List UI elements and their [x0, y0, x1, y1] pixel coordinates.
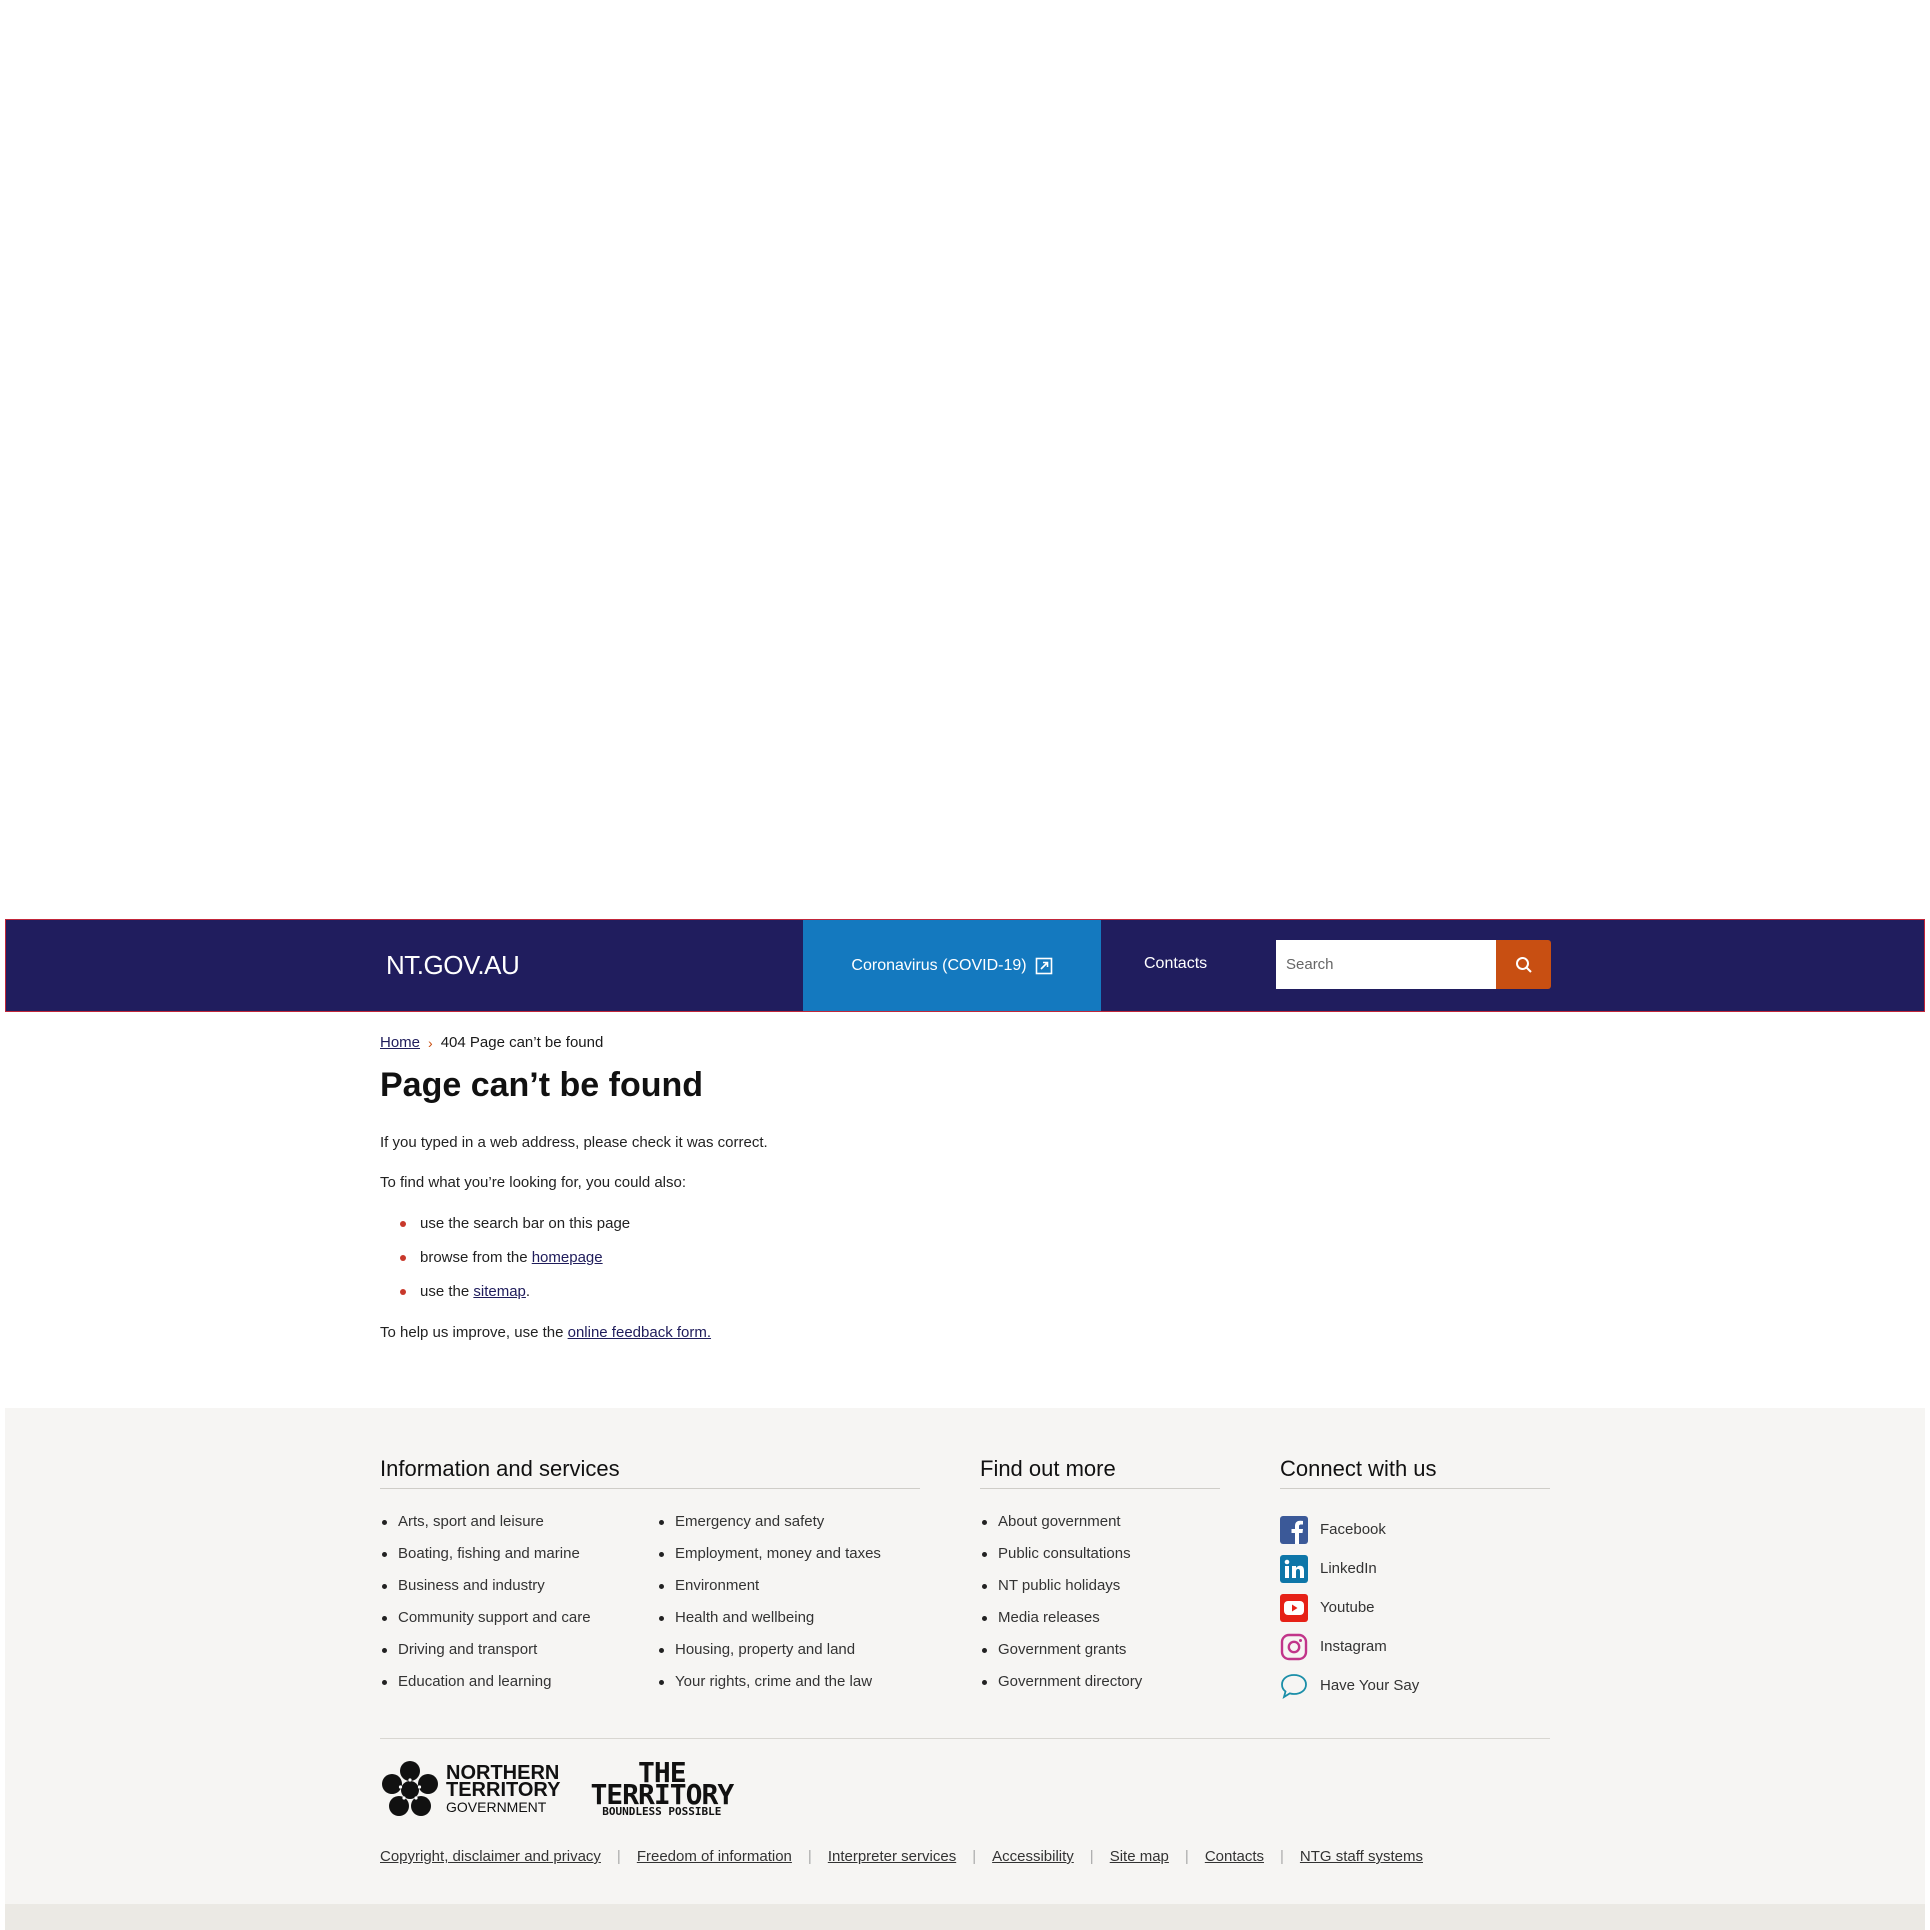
feedback-text: To help us improve, use the online feedb…: [380, 1324, 711, 1341]
social-label: Instagram: [1320, 1638, 1387, 1655]
info-services-heading: Information and services: [380, 1456, 920, 1489]
suggestion-browse-text: browse from the: [420, 1249, 532, 1266]
breadcrumb-current: 404 Page can’t be found: [440, 1034, 604, 1051]
feedback-form-link[interactable]: online feedback form.: [568, 1324, 711, 1341]
linkedin-icon: [1280, 1554, 1308, 1583]
header-contacts-link[interactable]: Contacts: [1144, 955, 1207, 973]
social-youtube[interactable]: Youtube: [1280, 1588, 1419, 1627]
social-linkedin[interactable]: LinkedIn: [1280, 1549, 1419, 1588]
search-button[interactable]: [1496, 940, 1551, 989]
social-have-your-say[interactable]: Have Your Say: [1280, 1666, 1419, 1705]
link-separator: |: [1184, 1848, 1189, 1865]
desert-rose-icon: [382, 1761, 438, 1816]
footer-link[interactable]: Emergency and safety: [657, 1512, 881, 1544]
staff-systems-link[interactable]: NTG staff systems: [1300, 1848, 1423, 1865]
footer-link[interactable]: Housing, property and land: [657, 1640, 881, 1672]
social-label: LinkedIn: [1320, 1560, 1377, 1577]
breadcrumb: Home › 404 Page can’t be found: [380, 1034, 603, 1051]
link-separator: |: [616, 1848, 621, 1865]
instagram-icon: [1280, 1633, 1308, 1660]
feedback-prefix: To help us improve, use the: [380, 1324, 568, 1341]
suggestion-sitemap-suffix: .: [525, 1283, 531, 1300]
site-header: NT.GOV.AU Coronavirus (COVID-19) Contact…: [5, 919, 1925, 1012]
link-separator: |: [972, 1848, 977, 1865]
accessibility-link[interactable]: Accessibility: [992, 1848, 1074, 1865]
footer-link[interactable]: Employment, money and taxes: [657, 1544, 881, 1576]
youtube-icon: [1280, 1593, 1308, 1622]
homepage-link[interactable]: homepage: [532, 1249, 603, 1266]
ntg-logo[interactable]: NORTHERN TERRITORY GOVERNMENT: [380, 1760, 560, 1820]
sitemap-link[interactable]: sitemap: [473, 1283, 526, 1300]
footer-divider: [380, 1738, 1550, 1739]
ntg-logo-line: TERRITORY: [446, 1778, 561, 1801]
suggestion-sitemap-text: use the: [420, 1283, 474, 1300]
footer-link[interactable]: Arts, sport and leisure: [380, 1512, 591, 1544]
search-icon: [1515, 956, 1532, 973]
footer-link[interactable]: Health and wellbeing: [657, 1608, 881, 1640]
connect-heading: Connect with us: [1280, 1456, 1550, 1489]
site-footer: Information and services Arts, sport and…: [5, 1408, 1925, 1930]
ntg-logo-line: GOVERNMENT: [446, 1798, 547, 1815]
site-logo[interactable]: NT.GOV.AU: [386, 950, 520, 981]
territory-logo-tagline: BOUNDLESS POSSIBLE: [602, 1805, 722, 1818]
interpreter-link[interactable]: Interpreter services: [828, 1848, 956, 1865]
footer-link[interactable]: Environment: [657, 1576, 881, 1608]
ntg-logo-text: NORTHERN TERRITORY GOVERNMENT: [446, 1763, 561, 1816]
suggestion-list: use the search bar on this page browse f…: [380, 1214, 630, 1316]
social-label: Facebook: [1320, 1521, 1386, 1538]
social-facebook[interactable]: Facebook: [1280, 1510, 1419, 1549]
footer-link[interactable]: NT public holidays: [980, 1576, 1142, 1608]
speech-bubble-icon: [1281, 1673, 1307, 1699]
social-label: Have Your Say: [1320, 1677, 1420, 1694]
search-input[interactable]: [1276, 940, 1496, 989]
territory-logo-line: TERRITORY: [590, 1778, 734, 1811]
link-separator: |: [1089, 1848, 1094, 1865]
footer-link[interactable]: About government: [980, 1512, 1142, 1544]
list-item: use the sitemap.: [380, 1282, 630, 1316]
chevron-right-icon: ›: [428, 1034, 433, 1051]
info-services-list-1: Arts, sport and leisure Boating, fishing…: [380, 1512, 591, 1704]
covid-link-label: Coronavirus (COVID-19): [851, 956, 1027, 974]
find-out-more-heading: Find out more: [980, 1456, 1220, 1489]
footer-link[interactable]: Boating, fishing and marine: [380, 1544, 591, 1576]
footer-link[interactable]: Government grants: [980, 1640, 1142, 1672]
footer-bottom-strip: [5, 1904, 1925, 1930]
covid-link[interactable]: Coronavirus (COVID-19): [803, 920, 1101, 1011]
legal-links: Copyright, disclaimer and privacy | Freed…: [380, 1848, 1423, 1865]
footer-link[interactable]: Media releases: [980, 1608, 1142, 1640]
footer-link[interactable]: Driving and transport: [380, 1640, 591, 1672]
footer-link[interactable]: Business and industry: [380, 1576, 591, 1608]
copyright-link[interactable]: Copyright, disclaimer and privacy: [380, 1848, 601, 1865]
list-item: browse from the homepage: [380, 1248, 630, 1282]
footer-link[interactable]: Your rights, crime and the law: [657, 1672, 881, 1704]
find-text: To find what you’re looking for, you cou…: [380, 1174, 687, 1191]
breadcrumb-home[interactable]: Home: [380, 1034, 420, 1051]
territory-logo[interactable]: THE TERRITORY BOUNDLESS POSSIBLE: [590, 1759, 734, 1818]
find-out-more-list: About government Public consultations NT…: [980, 1512, 1142, 1704]
link-separator: |: [807, 1848, 812, 1865]
footer-contacts-link[interactable]: Contacts: [1205, 1848, 1264, 1865]
social-instagram[interactable]: Instagram: [1280, 1627, 1419, 1666]
info-services-list-2: Emergency and safety Employment, money a…: [657, 1512, 881, 1704]
foi-link[interactable]: Freedom of information: [637, 1848, 792, 1865]
footer-logos: NORTHERN TERRITORY GOVERNMENT THE TERRIT…: [380, 1759, 734, 1820]
social-label: Youtube: [1320, 1599, 1375, 1616]
page-title: Page can’t be found: [380, 1066, 704, 1104]
suggestion-search: use the search bar on this page: [420, 1215, 631, 1232]
list-item: use the search bar on this page: [380, 1214, 630, 1248]
footer-link[interactable]: Government directory: [980, 1672, 1142, 1704]
site-map-link[interactable]: Site map: [1110, 1848, 1169, 1865]
intro-text: If you typed in a web address, please ch…: [380, 1134, 768, 1151]
footer-link[interactable]: Education and learning: [380, 1672, 591, 1704]
facebook-icon: [1280, 1515, 1308, 1544]
footer-link[interactable]: Community support and care: [380, 1608, 591, 1640]
social-list: Facebook LinkedIn Youtube Instagram Have…: [1280, 1510, 1419, 1705]
link-separator: |: [1280, 1848, 1284, 1865]
footer-link[interactable]: Public consultations: [980, 1544, 1142, 1576]
external-link-icon: [1035, 957, 1052, 974]
